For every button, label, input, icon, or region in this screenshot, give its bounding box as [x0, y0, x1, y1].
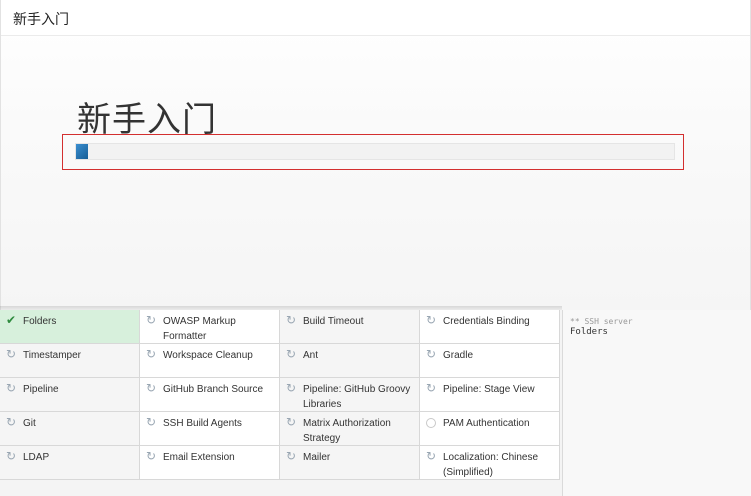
- log-line: Folders: [570, 327, 608, 337]
- install-log-panel: ** SSH server Folders: [562, 310, 751, 496]
- refresh-icon: ↻: [285, 381, 297, 395]
- plugin-label: Localization: Chinese (Simplified): [443, 452, 539, 478]
- plugin-label: Email Extension: [163, 452, 235, 463]
- plugin-label: Gradle: [443, 350, 474, 361]
- plugin-row: ↻ Git ↻ SSH Build Agents ↻ Matrix Authorizati…: [0, 412, 562, 446]
- refresh-icon: ↻: [5, 381, 17, 395]
- plugin-label: Build Timeout: [303, 316, 364, 327]
- plugin-row: ✔ Folders ↻ OWASP Markup Formatter ↻ Build Ti…: [0, 310, 562, 344]
- refresh-icon: ↻: [285, 449, 297, 463]
- plugin-label: Matrix Authorization Strategy: [303, 418, 391, 444]
- plugin-item: ↻ Pipeline: [0, 378, 140, 412]
- refresh-icon: ↻: [5, 449, 17, 463]
- refresh-icon: ↻: [425, 313, 437, 327]
- plugin-label: Workspace Cleanup: [163, 350, 253, 361]
- plugin-label: Git: [23, 418, 36, 429]
- plugin-label: GitHub Branch Source: [163, 384, 264, 395]
- plugin-item: ↻ Workspace Cleanup: [140, 344, 280, 378]
- plugin-item: ↻ Credentials Binding: [420, 310, 560, 344]
- window-title: 新手入门: [13, 12, 69, 28]
- refresh-icon: ↻: [145, 449, 157, 463]
- plugin-label: Ant: [303, 350, 319, 361]
- plugin-grid: ✔ Folders ↻ OWASP Markup Formatter ↻ Build Ti…: [0, 310, 562, 480]
- refresh-icon: ↻: [145, 347, 157, 361]
- plugin-item: ↻ Matrix Authorization Strategy: [280, 412, 420, 446]
- plugin-row: ↻ Pipeline ↻ GitHub Branch Source ↻ Pipeline:…: [0, 378, 562, 412]
- plugin-item: ↻ Email Extension: [140, 446, 280, 480]
- setup-dialog: 新手入门 新手入门: [0, 0, 751, 310]
- plugin-row: ↻ LDAP ↻ Email Extension ↻ Mailer ↻ Localizatio…: [0, 446, 562, 480]
- plugin-item: ↻ Ant: [280, 344, 420, 378]
- plugin-item: ↻ Gradle: [420, 344, 560, 378]
- refresh-icon: ↻: [425, 449, 437, 463]
- install-progress-bar: [75, 143, 675, 160]
- plugin-label: Pipeline: Stage View: [443, 384, 535, 395]
- refresh-icon: ↻: [5, 415, 17, 429]
- plugin-item: ↻ Timestamper: [0, 344, 140, 378]
- plugin-item: ↻ Localization: Chinese (Simplified): [420, 446, 560, 480]
- plugin-item: PAM Authentication: [420, 412, 560, 446]
- refresh-icon: ↻: [285, 347, 297, 361]
- plugin-label: Pipeline: GitHub Groovy Libraries: [303, 384, 411, 410]
- plugin-label: PAM Authentication: [443, 418, 530, 429]
- refresh-icon: ↻: [145, 381, 157, 395]
- plugin-item: ↻ LDAP: [0, 446, 140, 480]
- plugin-item: ↻ Build Timeout: [280, 310, 420, 344]
- refresh-icon: ↻: [285, 313, 297, 327]
- refresh-icon: ↻: [285, 415, 297, 429]
- plugin-item: ↻ OWASP Markup Formatter: [140, 310, 280, 344]
- checkmark-icon: ✔: [5, 313, 17, 327]
- plugin-item: ↻ Pipeline: Stage View: [420, 378, 560, 412]
- plugin-item: ↻ SSH Build Agents: [140, 412, 280, 446]
- plugin-item: ✔ Folders: [0, 310, 140, 344]
- plugin-label: Timestamper: [23, 350, 81, 361]
- plugin-item: ↻ Git: [0, 412, 140, 446]
- plugin-label: OWASP Markup Formatter: [163, 316, 236, 342]
- circle-icon: [426, 418, 436, 428]
- refresh-icon: ↻: [425, 347, 437, 361]
- plugin-label: Mailer: [303, 452, 331, 463]
- plugin-item: ↻ Pipeline: GitHub Groovy Libraries: [280, 378, 420, 412]
- plugin-label: Folders: [23, 316, 57, 327]
- refresh-icon: ↻: [425, 381, 437, 395]
- plugin-label: SSH Build Agents: [163, 418, 242, 429]
- refresh-icon: ↻: [5, 347, 17, 361]
- log-line: ** SSH server: [570, 317, 633, 326]
- plugin-row: ↻ Timestamper ↻ Workspace Cleanup ↻ Ant ↻ Gradl…: [0, 344, 562, 378]
- plugin-label: Credentials Binding: [443, 316, 530, 327]
- plugin-label: Pipeline: [23, 384, 59, 395]
- plugin-item: ↻ Mailer: [280, 446, 420, 480]
- plugin-item: ↻ GitHub Branch Source: [140, 378, 280, 412]
- title-bar: 新手入门: [1, 0, 750, 36]
- refresh-icon: ↻: [145, 313, 157, 327]
- refresh-icon: ↻: [145, 415, 157, 429]
- progress-fill: [76, 144, 88, 159]
- plugin-label: LDAP: [23, 452, 50, 463]
- plugin-grid-container: ✔ Folders ↻ OWASP Markup Formatter ↻ Build Ti…: [0, 310, 562, 496]
